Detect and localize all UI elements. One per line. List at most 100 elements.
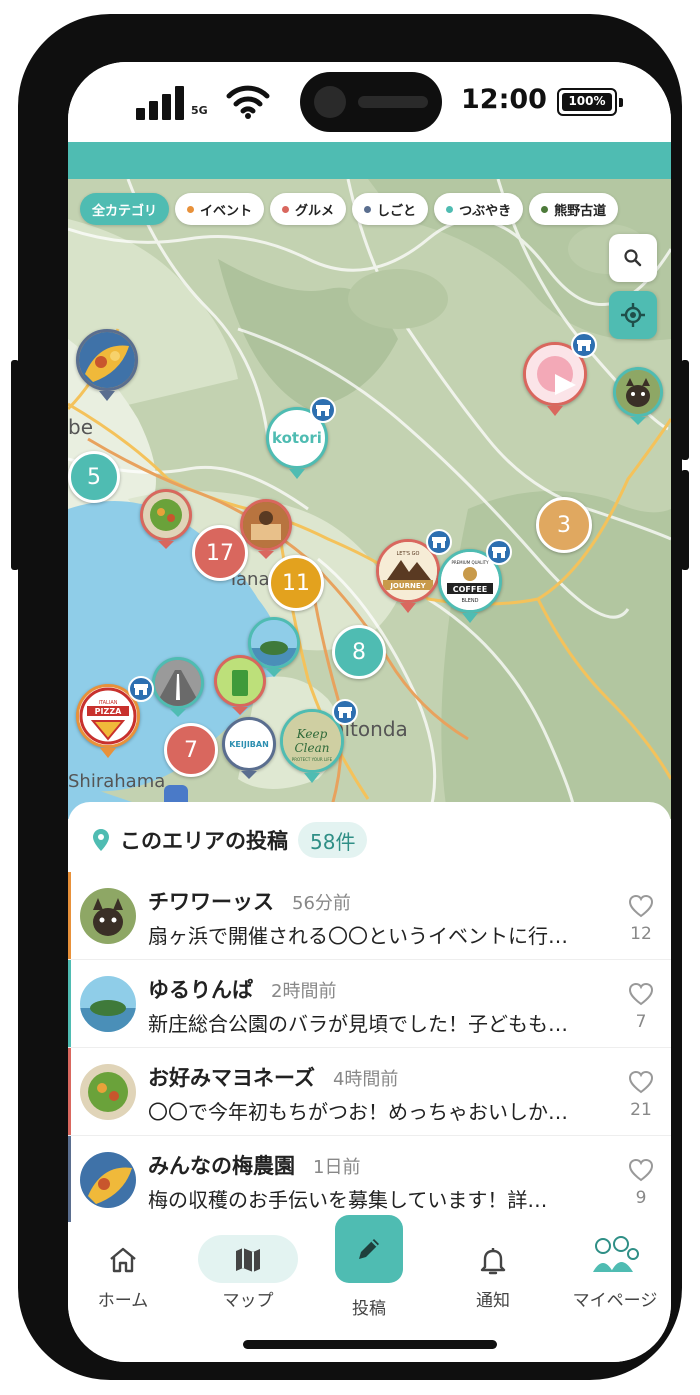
- category-accent: [68, 960, 71, 1047]
- map-cluster[interactable]: 8: [332, 625, 386, 679]
- locate-icon: [621, 303, 645, 327]
- map-view[interactable]: be Tanabe Kamitonda Shirahama 全カテゴリ イベント…: [68, 179, 671, 819]
- coffee-tagline: PREMIUM QUALITY: [451, 560, 489, 565]
- dog-photo-icon: [616, 370, 660, 414]
- like-count: 12: [630, 924, 652, 944]
- post-list-item[interactable]: ゆるりんぱ 2時間前 新庄総合公園のバラが見頃でした！子どもも… 7: [68, 960, 671, 1048]
- sheet-header: このエリアの投稿 58件: [92, 820, 368, 860]
- clock: 12:00: [461, 84, 547, 115]
- shop-badge-icon: [571, 332, 597, 358]
- map-cluster[interactable]: 17: [192, 525, 248, 581]
- post-text: 新庄総合公園のバラが見頃でした！子どもも…: [148, 1012, 568, 1036]
- post-author: お好みマヨネーズ: [148, 1066, 315, 1090]
- kotori-logo: kotori: [272, 429, 322, 447]
- map-place-label: be: [68, 415, 93, 439]
- cellular-signal-icon: [136, 86, 196, 120]
- like-button[interactable]: 12: [626, 894, 656, 944]
- profile-illustration-icon: [593, 1236, 639, 1272]
- like-button[interactable]: 9: [626, 1158, 656, 1208]
- post-time: 4時間前: [332, 1069, 399, 1090]
- filter-chip-gourmet[interactable]: グルメ: [270, 193, 347, 225]
- post-text: 梅の収穫のお手伝いを募集しています！詳…: [148, 1188, 548, 1212]
- map-cluster[interactable]: 3: [536, 497, 592, 553]
- app-screen: 5G 12:00 100% be Tanabe Kamitonda Shirah…: [68, 62, 671, 1362]
- battery-level: 100%: [562, 93, 612, 111]
- avatar: [80, 1064, 136, 1120]
- journey-logo: LET'S GO JOURNEY: [379, 542, 437, 600]
- phone-frame: 5G 12:00 100% be Tanabe Kamitonda Shirah…: [18, 14, 682, 1380]
- like-count: 9: [635, 1188, 647, 1208]
- filter-chip-kumano[interactable]: 熊野古道: [529, 193, 619, 225]
- post-list-item[interactable]: みんなの梅農園 1日前 梅の収穫のお手伝いを募集しています！詳… 9: [68, 1136, 671, 1222]
- battery-icon: 100%: [557, 88, 623, 116]
- area-posts-sheet: このエリアの投稿 58件 チワワーッス 56分前 扇ヶ浜で開催される〇〇というイベ…: [68, 802, 671, 1222]
- shop-badge-icon: [310, 397, 336, 423]
- tab-label: ホーム: [97, 1291, 149, 1311]
- island-photo-icon: [251, 620, 297, 666]
- dynamic-island: [300, 72, 442, 132]
- status-bar: 5G 12:00 100%: [68, 62, 671, 142]
- tab-map[interactable]: マップ: [193, 1222, 303, 1332]
- keep-clean-text-2: Clean: [294, 741, 329, 755]
- like-count: 21: [630, 1100, 652, 1120]
- filter-chip-event[interactable]: イベント: [175, 193, 265, 225]
- filter-chip-work[interactable]: しごと: [352, 193, 429, 225]
- category-filter-bar: 全カテゴリ イベント グルメ しごと つぶやき 熊野古道: [80, 193, 619, 225]
- avatar: [80, 976, 136, 1032]
- food-photo-icon: [143, 492, 189, 538]
- post-list-item[interactable]: チワワーッス 56分前 扇ヶ浜で開催される〇〇というイベントに行… 12: [68, 872, 671, 960]
- header-bar: [68, 142, 671, 179]
- post-time: 1日前: [313, 1157, 361, 1178]
- filter-chip-tweet[interactable]: つぶやき: [434, 193, 524, 225]
- heart-icon: [628, 1158, 654, 1182]
- phone-side-button-right-1: [681, 360, 689, 460]
- current-location-button[interactable]: [609, 291, 657, 339]
- tab-mypage[interactable]: マイページ: [560, 1222, 670, 1332]
- tab-post[interactable]: 投稿: [314, 1215, 424, 1332]
- sheet-title: このエリアの投稿: [120, 829, 288, 853]
- like-button[interactable]: 7: [626, 982, 656, 1032]
- tab-label: 通知: [476, 1291, 510, 1311]
- journey-logo-text: JOURNEY: [389, 582, 426, 590]
- phone-side-button-right-2: [681, 470, 689, 570]
- like-button[interactable]: 21: [626, 1070, 656, 1120]
- category-accent: [68, 1048, 71, 1135]
- post-count-badge: 58件: [298, 822, 368, 858]
- tab-label: 投稿: [352, 1299, 386, 1319]
- network-type: 5G: [191, 104, 208, 117]
- coffee-blend-text: BLEND: [462, 598, 479, 604]
- keep-clean-subtext: PROTECT YOUR LIFE: [292, 757, 333, 762]
- search-icon: [624, 249, 642, 267]
- heart-icon: [628, 982, 654, 1006]
- filter-chip-all[interactable]: 全カテゴリ: [80, 193, 170, 225]
- tab-label: マイページ: [572, 1291, 658, 1311]
- filter-chip-label: 全カテゴリ: [92, 203, 158, 219]
- pizza-logo-text: PIZZA: [95, 707, 122, 716]
- compose-button[interactable]: [335, 1215, 403, 1283]
- keep-clean-logo: Keep Clean PROTECT YOUR LIFE: [283, 712, 341, 770]
- map-cluster[interactable]: 11: [268, 555, 324, 611]
- post-time: 2時間前: [271, 981, 337, 1002]
- map-cluster[interactable]: 7: [164, 723, 218, 777]
- post-list-item[interactable]: お好みマヨネーズ 4時間前 〇〇で今年初もちがつお！めっちゃおいしか… 21: [68, 1048, 671, 1136]
- wifi-icon: [226, 85, 270, 119]
- bell-icon: [480, 1248, 506, 1275]
- filter-chip-label: イベント: [200, 203, 253, 219]
- tab-notifications[interactable]: 通知: [438, 1222, 548, 1332]
- road-photo-icon: [155, 660, 201, 706]
- post-author: チワワーッス: [148, 890, 274, 914]
- pencil-icon: [359, 1239, 379, 1259]
- drink-photo-icon: [217, 658, 263, 704]
- tab-home[interactable]: ホーム: [68, 1222, 178, 1332]
- cafe-photo-icon: [243, 502, 289, 548]
- filter-chip-label: グルメ: [295, 203, 335, 219]
- category-dot-icon: [364, 205, 372, 213]
- post-text: 〇〇で今年初もちがつお！めっちゃおいしか…: [148, 1100, 568, 1124]
- map-cluster[interactable]: 5: [68, 451, 120, 503]
- like-count: 7: [635, 1012, 647, 1032]
- pizza-logo: ITALIAN PIZZA: [79, 687, 137, 745]
- home-icon: [110, 1247, 136, 1273]
- shop-badge-icon: [332, 699, 358, 725]
- tab-label: マップ: [222, 1291, 274, 1311]
- map-search-button[interactable]: [609, 234, 657, 282]
